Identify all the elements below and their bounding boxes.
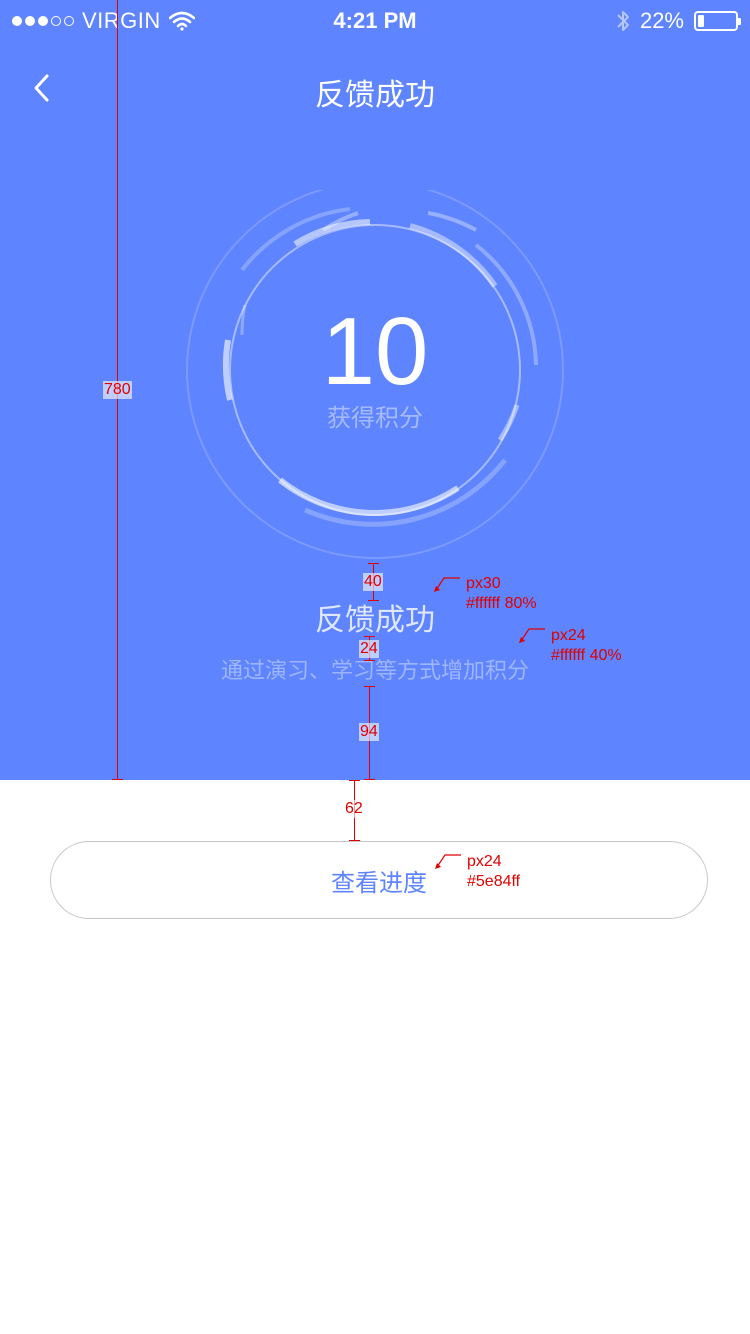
page-title: 反馈成功 [315,78,435,113]
annotation-size-title: px30 [466,575,501,592]
battery-percent: 22% [639,8,684,33]
status-bar: VIRGIN 4:21 PM 22% [0,0,750,40]
measure-label-62: 62 [344,800,364,818]
measure-label-40: 40 [363,573,383,591]
bluetooth-icon [617,11,629,31]
view-progress-button[interactable]: 查看进度 [50,841,708,919]
annotation-arrow-icon [434,577,460,592]
measure-tick [364,636,375,637]
nav-bar: 反馈成功 [0,64,750,114]
annotation-arrow-icon [435,854,461,869]
status-right: 22% [616,8,741,34]
result-title: 反馈成功 [315,603,435,638]
measure-tick [364,779,375,780]
score-label: 获得积分 [327,404,423,432]
battery-icon [694,11,741,31]
measure-label-94: 94 [359,723,379,741]
result-subtitle: 通过演习、学习等方式增加积分 [220,659,529,684]
measure-tick [364,686,375,687]
annotation-color-subtitle: #ffffff 40% [551,647,622,664]
measure-tick [368,563,379,564]
annotation-arrow-icon [519,628,545,643]
measure-tick [368,600,379,601]
annotation-size-subtitle: px24 [551,627,586,644]
annotation-color-button: #5e84ff [467,873,521,890]
measure-label-780: 780 [103,381,132,399]
measure-tick [112,779,123,780]
measure-tick [364,660,375,661]
view-progress-label: 查看进度 [331,868,427,897]
measure-label-24: 24 [359,640,379,658]
measure-tick [349,780,360,781]
annotation-color-title: #ffffff 80% [466,595,537,612]
annotation-size-button: px24 [467,853,502,870]
